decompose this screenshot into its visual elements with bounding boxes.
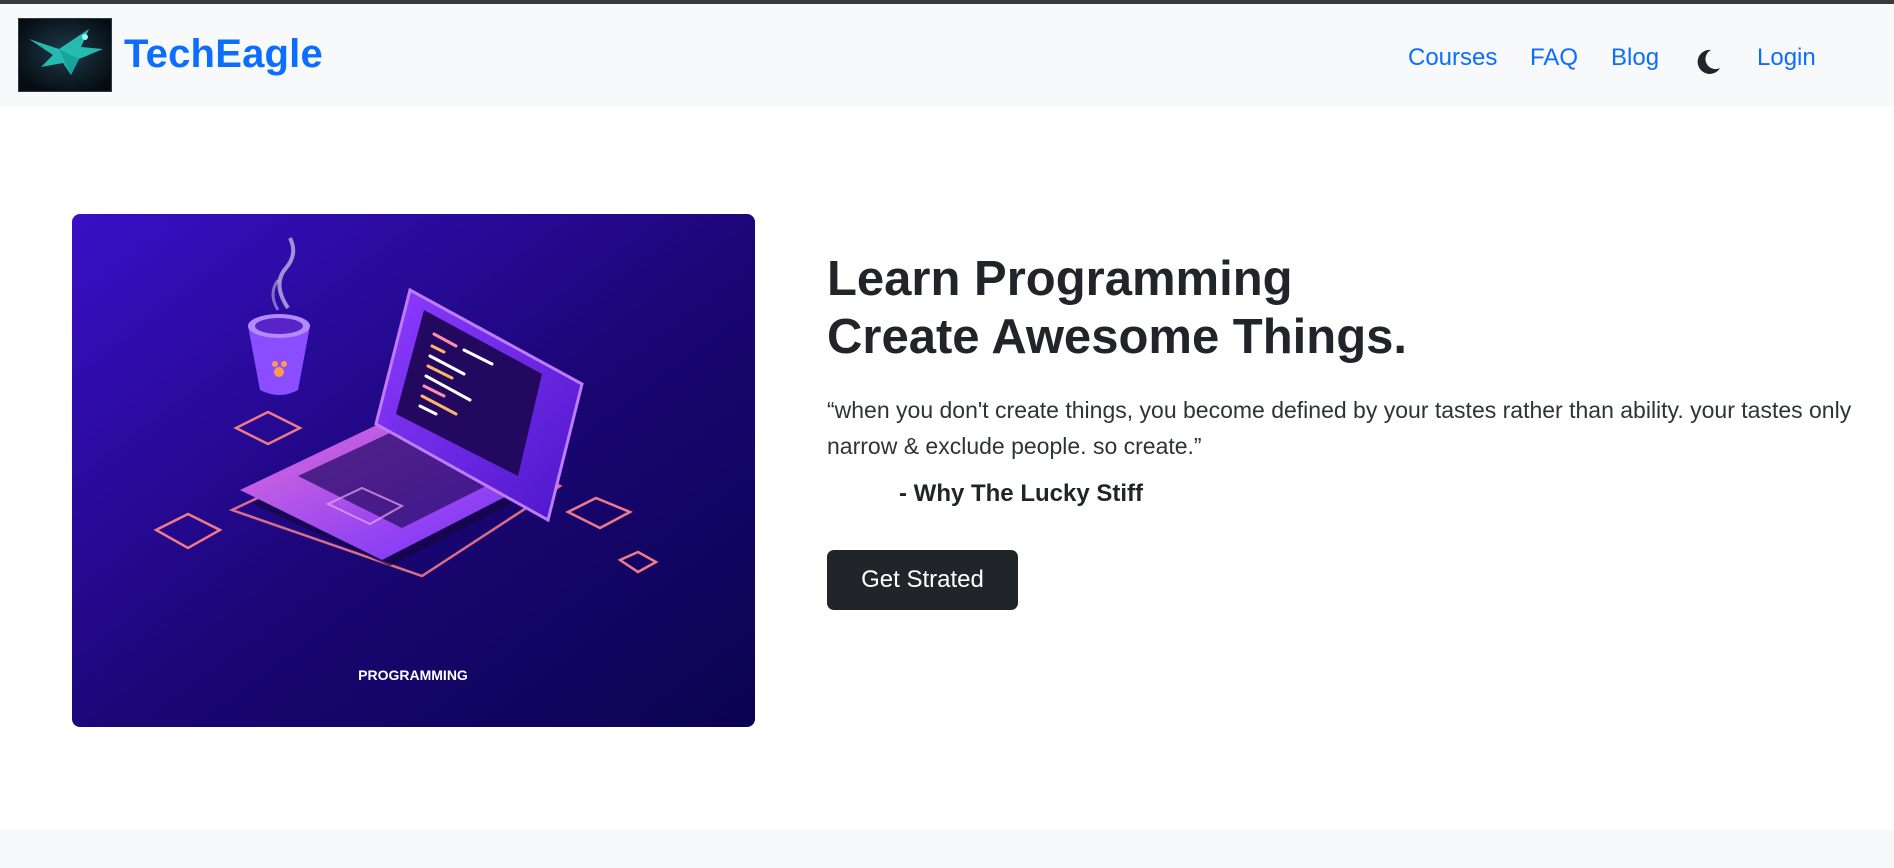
hero-quote: “when you don't create things, you becom… — [827, 397, 1852, 459]
headline-line-2: Create Awesome Things. — [827, 310, 1408, 364]
nav-courses-link[interactable]: Courses — [1408, 44, 1497, 72]
hero-headline: Learn Programming Create Awesome Things. — [827, 250, 1867, 366]
hero-text: Learn Programming Create Awesome Things.… — [827, 250, 1867, 508]
hero-illustration: PROGRAMMING — [72, 214, 755, 727]
navbar: TechEagle Courses FAQ Blog Login — [0, 4, 1894, 106]
hero-image-caption: PROGRAMMING — [358, 667, 468, 683]
eagle-logo-icon[interactable] — [18, 18, 112, 92]
get-started-button[interactable]: Get Strated — [827, 550, 1018, 610]
nav-blog-link[interactable]: Blog — [1611, 44, 1659, 72]
brand-name[interactable]: TechEagle — [124, 32, 323, 77]
headline-line-1: Learn Programming — [827, 252, 1293, 306]
footer-band — [0, 830, 1894, 868]
nav-login-link[interactable]: Login — [1757, 44, 1816, 72]
quote-author: - Why The Lucky Stiff — [899, 480, 1144, 507]
nav-faq-link[interactable]: FAQ — [1530, 44, 1578, 72]
moon-icon[interactable] — [1696, 48, 1722, 76]
